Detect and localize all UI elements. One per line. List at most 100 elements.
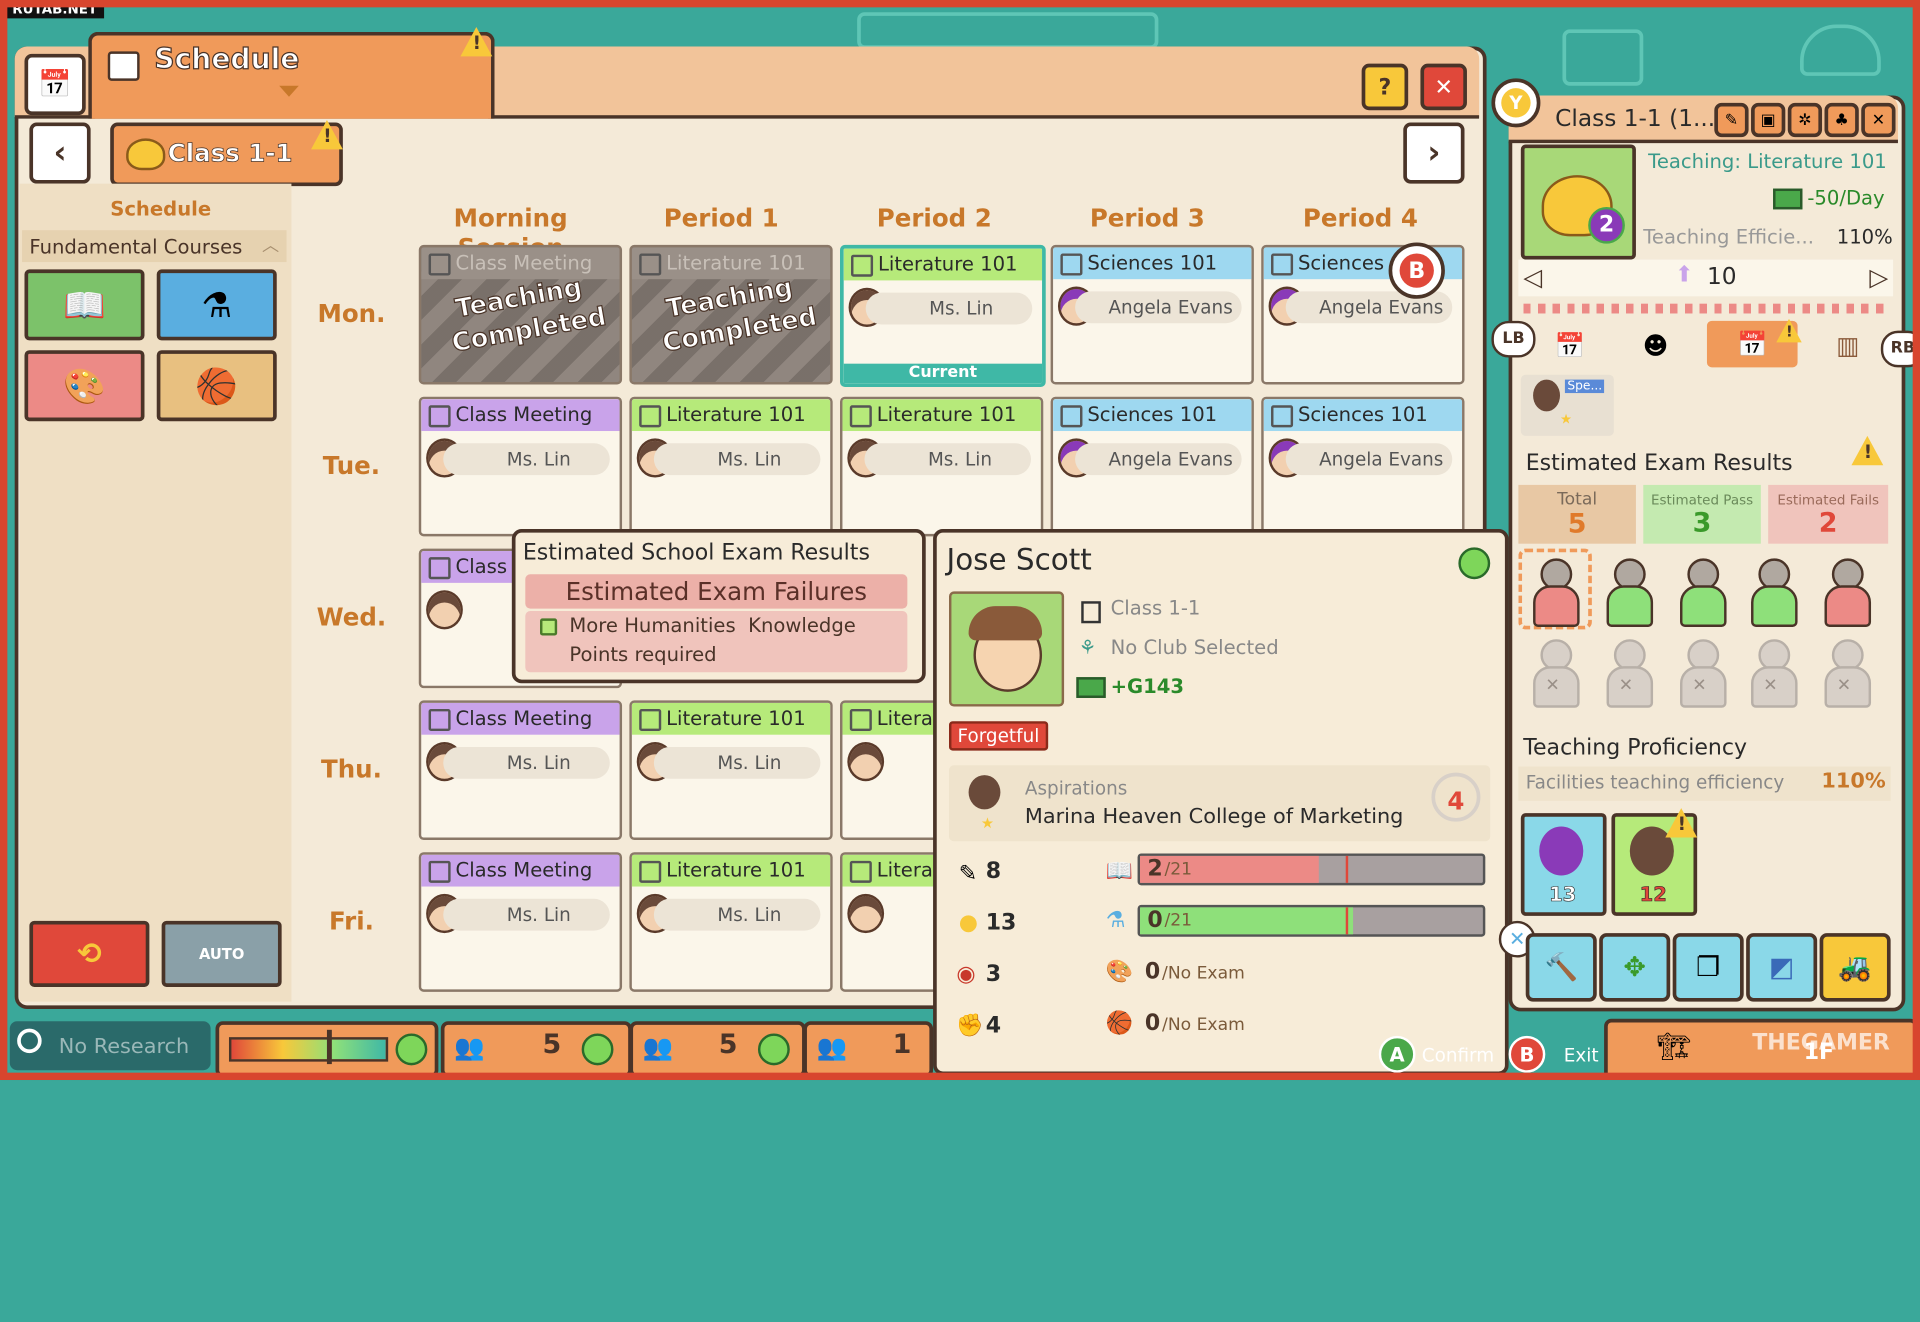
exam-warning-icon	[1851, 435, 1884, 466]
teaching-efficiency-value: 110%	[1836, 225, 1893, 249]
b-button-icon: B	[1508, 1035, 1546, 1073]
stat-3-max: /No Exam	[1162, 963, 1245, 984]
pass-label: Estimated Pass	[1650, 492, 1754, 509]
staff-count: 1	[892, 1029, 912, 1061]
hierarchy-icon[interactable]: ♣	[1824, 102, 1859, 138]
student-slot-passing[interactable]	[1678, 558, 1727, 627]
stat-2-bar-marker	[1345, 907, 1349, 935]
course-literature[interactable]: 📖	[24, 269, 145, 341]
swap-button[interactable]: ⟲	[29, 920, 150, 987]
edit-icon[interactable]: ✎	[1714, 102, 1749, 138]
exam-requirement-box: More Humanities Knowledge Points require…	[525, 611, 908, 673]
next-class-button[interactable]: ›	[1403, 122, 1465, 184]
lb-button[interactable]: LB	[1491, 320, 1536, 358]
blueprint-tool-button[interactable]: ◩	[1746, 933, 1818, 1002]
move-tool-button[interactable]: ✥	[1599, 933, 1671, 1002]
schedule-cell-mon-p3[interactable]: Sciences 101 Angela Evans	[1050, 244, 1254, 385]
cell-course: Class Meeting	[421, 247, 620, 280]
course-sports[interactable]: 🏀	[156, 350, 277, 422]
close-button[interactable]: ✕	[1420, 63, 1467, 111]
help-button[interactable]: ?	[1361, 63, 1409, 111]
student-slot-empty[interactable]: ✕	[1604, 639, 1654, 708]
requirement-line-2: Points required	[569, 642, 717, 667]
schedule-cell-mon-morning[interactable]: Class Meeting Teaching Completed	[418, 244, 623, 385]
schedule-cell-mon-p2[interactable]: Literature 101 Ms. Lin Current	[840, 244, 1046, 387]
panel-close-button[interactable]: ✕	[1861, 102, 1896, 138]
auto-schedule-button[interactable]: AUTO	[161, 920, 282, 987]
hammer-tool-button[interactable]: 🔨	[1525, 933, 1597, 1002]
floor-selector[interactable]: 🏗 THEGAMER 1F	[1604, 1018, 1918, 1081]
cell-teacher: Ms. Lin	[653, 898, 821, 931]
cell-teacher: Ms. Lin	[865, 292, 1033, 325]
stat-1-value: 8	[985, 858, 1002, 885]
panel-tab-door[interactable]: ▥	[1817, 323, 1878, 367]
teacher-avatar	[1539, 826, 1584, 876]
floor-icon: 🏗	[1656, 1032, 1691, 1063]
student-slot-empty[interactable]: ✕	[1678, 639, 1727, 708]
class-select-button[interactable]: Class 1-1	[110, 122, 343, 187]
requirement-line-1: More Humanities Knowledge	[569, 613, 856, 637]
b-button-icon[interactable]: B	[1388, 242, 1445, 299]
schedule-cell-fri-morning[interactable]: Class Meeting Ms. Lin	[418, 852, 623, 992]
exit-hint[interactable]: B Exit	[1508, 1035, 1599, 1073]
trait-badge[interactable]: Forgetful	[948, 721, 1048, 751]
day-mon: Mon.	[317, 298, 386, 329]
student-slot-empty[interactable]: ✕	[1822, 639, 1872, 708]
panel-tab-calendar[interactable]: 📅	[1536, 323, 1605, 367]
current-label: Current	[843, 363, 1043, 384]
level-prev-arrow[interactable]: ◁	[1523, 262, 1542, 291]
teacher-card-angela[interactable]: 13	[1520, 813, 1607, 916]
save-icon[interactable]: ▣	[1751, 102, 1786, 138]
course-arts[interactable]: 🎨	[24, 350, 145, 422]
cell-teacher: Ms. Lin	[864, 443, 1032, 476]
y-button-icon[interactable]: Y	[1491, 78, 1541, 128]
class-select-label: Class 1-1	[167, 138, 293, 168]
schedule-cell-thu-p1[interactable]: Literature 101 Ms. Lin	[629, 700, 833, 841]
aspiration-row[interactable]: ★ Aspirations Marina Heaven College of M…	[948, 765, 1491, 842]
special-student-card[interactable]: Spe... ★	[1520, 374, 1614, 436]
course-sciences[interactable]: ⚗	[156, 269, 277, 341]
student-slot-empty[interactable]: ✕	[1749, 639, 1798, 708]
student-slot-passing[interactable]	[1749, 558, 1798, 627]
schedule-cell-tue-p4[interactable]: Sciences 101 Angela Evans	[1261, 396, 1465, 537]
copy-tool-button[interactable]: ❐	[1672, 933, 1744, 1002]
mood-smile-icon	[1458, 547, 1491, 580]
confirm-hint[interactable]: A Confirm	[1378, 1035, 1494, 1073]
staff-counter[interactable]: 👥 1	[803, 1021, 934, 1078]
bulb-icon: ●	[958, 909, 979, 936]
cell-course: Literature 101	[631, 854, 831, 887]
prev-class-button[interactable]: ‹	[29, 122, 91, 184]
student-slot-empty[interactable]: ✕	[1531, 639, 1580, 708]
panel-tab-students[interactable]: ☻	[1621, 323, 1690, 367]
research-bar[interactable]: No Research	[9, 1021, 211, 1071]
student-slot-failing[interactable]	[1531, 558, 1580, 627]
teachers-counter[interactable]: 👥 5	[440, 1021, 632, 1078]
rb-button[interactable]: RB	[1880, 330, 1920, 368]
students-count: 5	[718, 1029, 738, 1061]
bulldozer-tool-button[interactable]: 🚜	[1819, 933, 1891, 1002]
schedule-cell-tue-p2[interactable]: Literature 101 Ms. Lin	[840, 396, 1044, 537]
level-next-arrow[interactable]: ▷	[1869, 262, 1888, 291]
tab-warning-icon	[1776, 318, 1802, 343]
cell-course: Literature 101	[631, 247, 831, 280]
teaching-completed-stamp: Teaching Completed	[449, 272, 609, 359]
student-portrait	[948, 591, 1065, 707]
fundamental-courses-header[interactable]: Fundamental Courses ︿	[22, 230, 287, 263]
schedule-cell-mon-p1[interactable]: Literature 101 Teaching Completed	[629, 244, 833, 385]
schedule-cell-tue-p3[interactable]: Sciences 101 Angela Evans	[1050, 396, 1254, 537]
schedule-cell-thu-morning[interactable]: Class Meeting Ms. Lin	[418, 700, 623, 841]
student-slot-failing[interactable]	[1822, 558, 1872, 627]
satisfaction-meter[interactable]	[215, 1021, 439, 1078]
chevron-up-icon[interactable]: ︿	[262, 233, 279, 257]
settings-icon[interactable]: ✲	[1787, 102, 1823, 138]
level-row: ◁ ⬆ 10 ▷	[1518, 259, 1894, 297]
schedule-cell-fri-p1[interactable]: Literature 101 Ms. Lin	[629, 852, 833, 992]
students-counter[interactable]: 👥 5	[629, 1021, 806, 1078]
schedule-cell-tue-p1[interactable]: Literature 101 Ms. Lin	[629, 396, 833, 537]
schedule-cell-tue-morning[interactable]: Class Meeting Ms. Lin	[418, 396, 623, 537]
student-name: Jose Scott	[946, 542, 1092, 577]
calendar-icon[interactable]: 📅	[24, 53, 86, 116]
student-slot-passing[interactable]	[1604, 558, 1654, 627]
student-mini-avatar	[1533, 379, 1561, 412]
chevron-down-icon[interactable]	[279, 85, 299, 97]
